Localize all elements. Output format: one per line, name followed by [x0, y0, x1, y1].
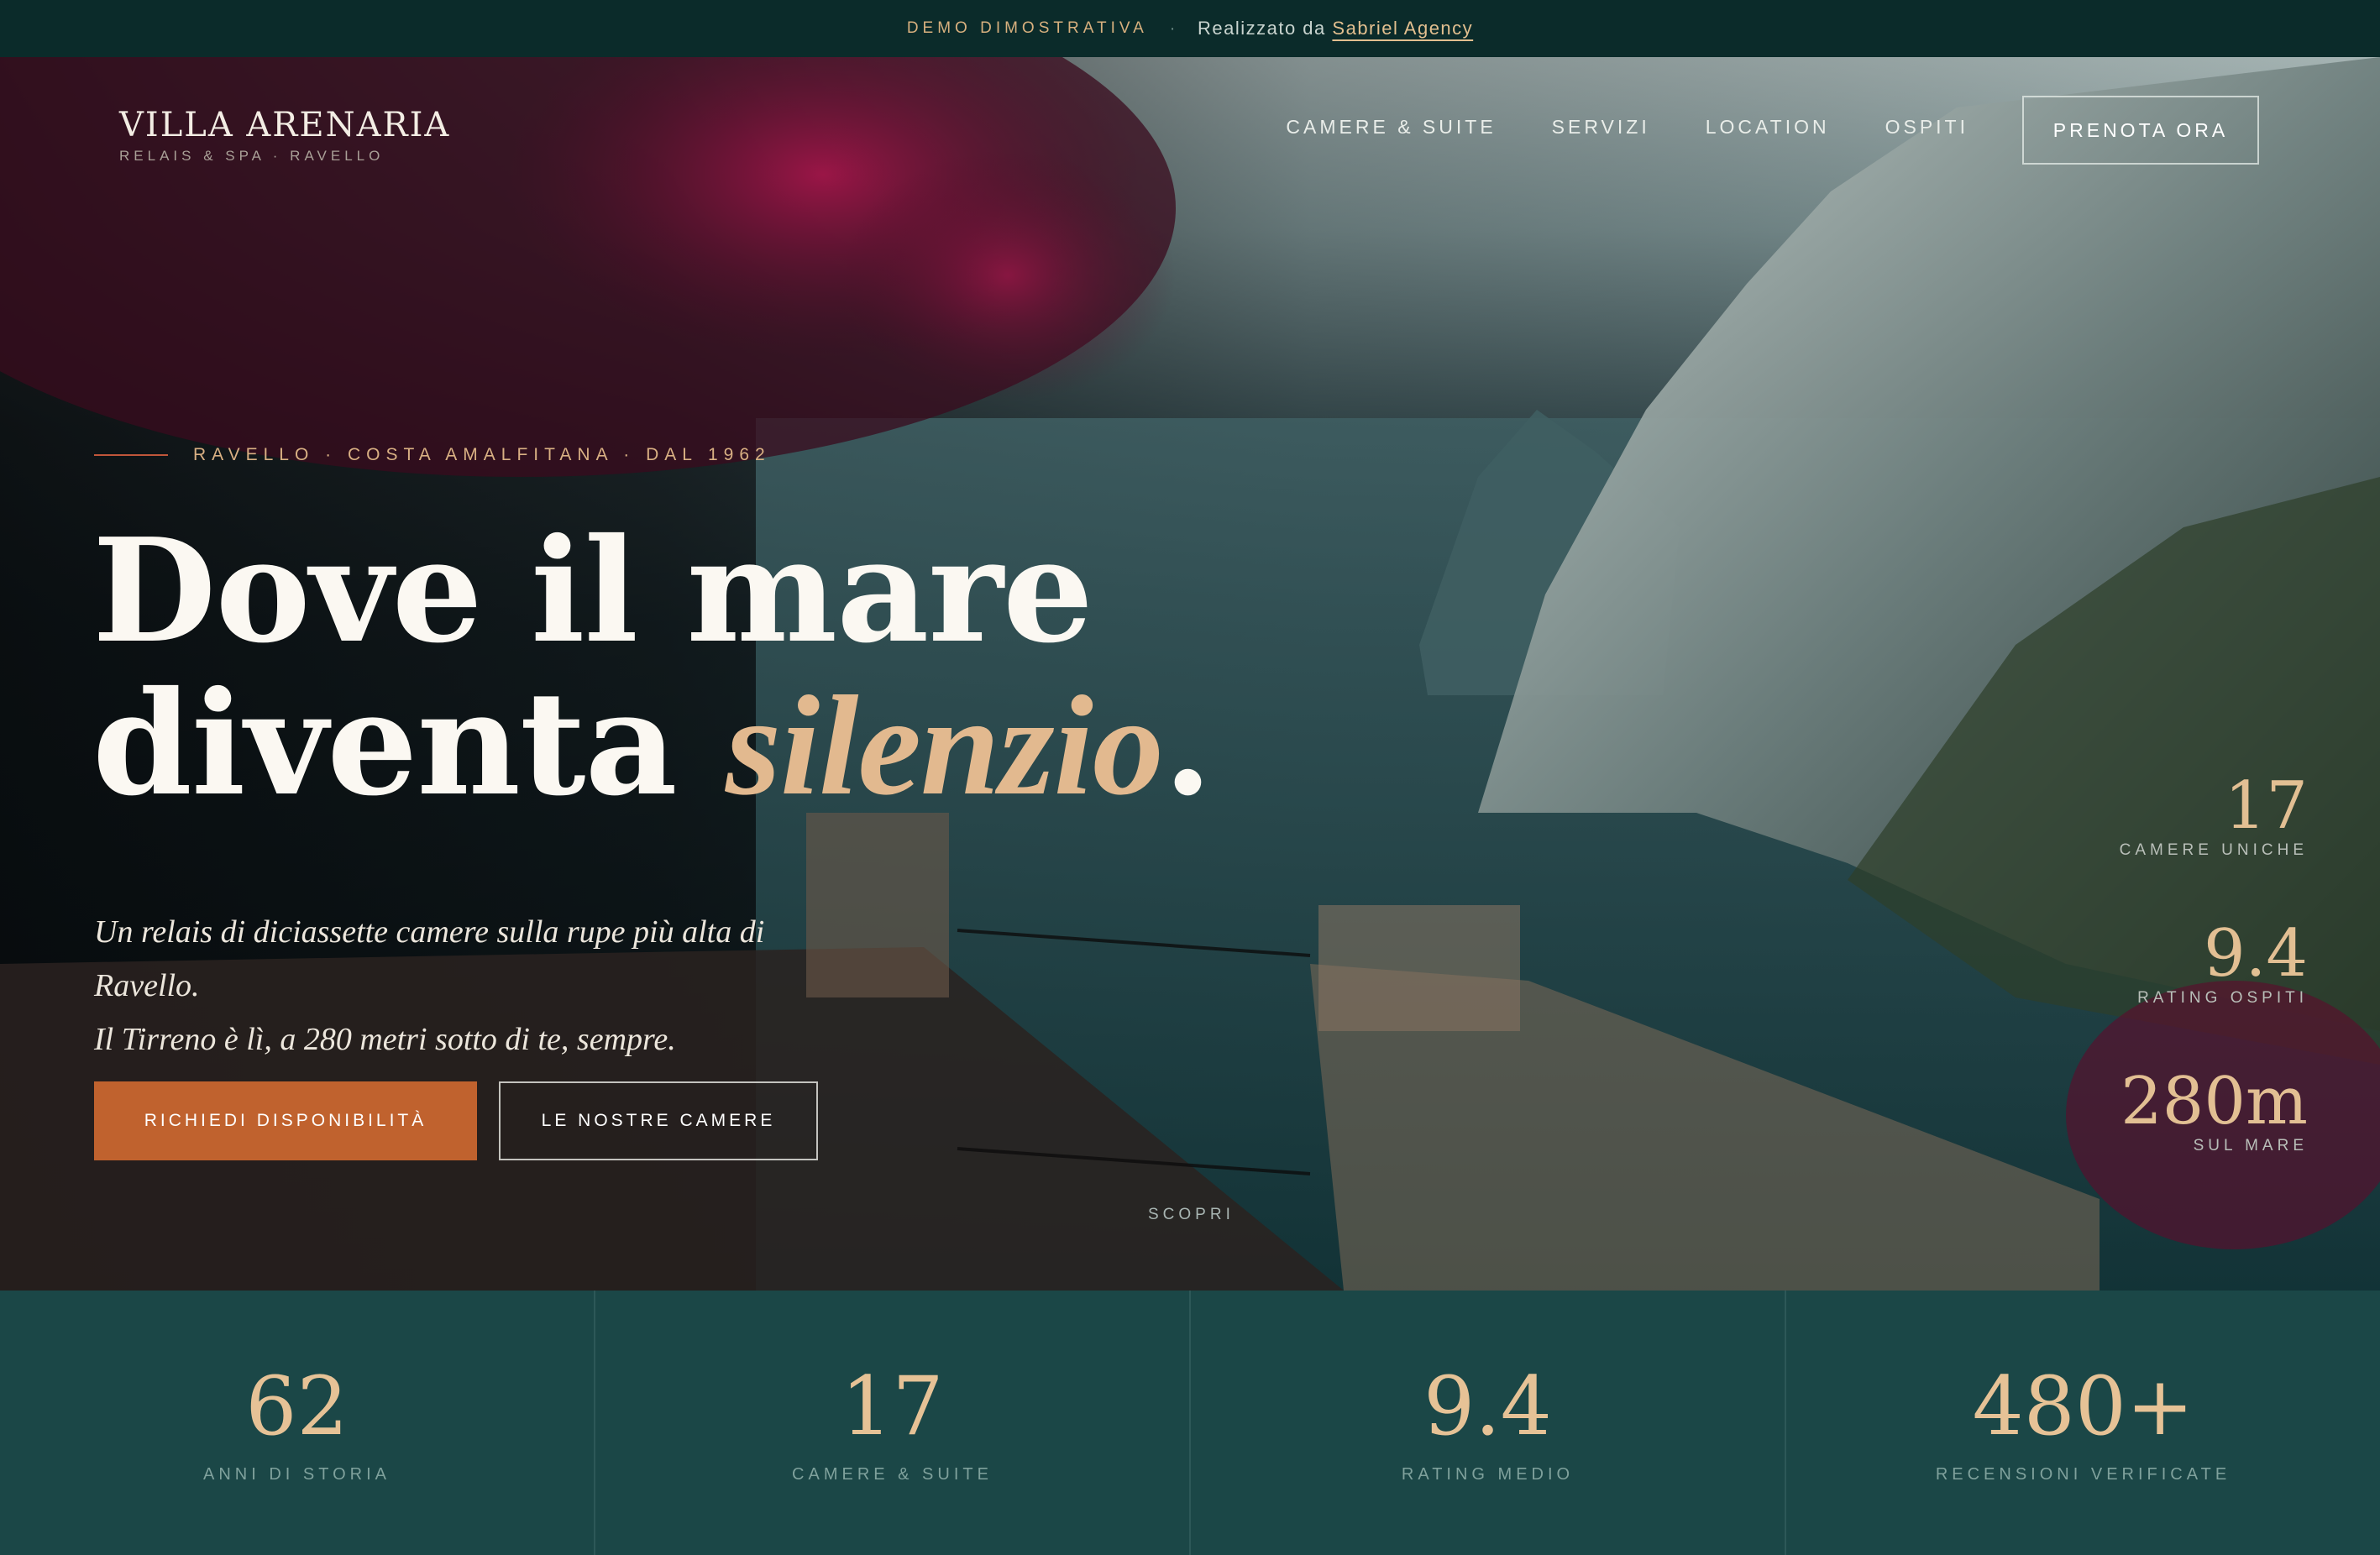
stat-label: RECENSIONI VERIFICATE [1935, 1465, 2231, 1484]
tagline-line-2: Ravello. [94, 968, 200, 1003]
side-stat-rooms: 17 CAMERE UNICHE [2120, 772, 2308, 860]
brand-subtitle: RELAIS & SPA · RAVELLO [119, 148, 385, 164]
demo-bar: DEMO DIMOSTRATIVA · Realizzato da Sabrie… [0, 0, 2380, 57]
side-stat-label: SUL MARE [2193, 1137, 2308, 1154]
side-stat-altitude: 280m SUL MARE [2121, 1068, 2308, 1155]
our-rooms-button[interactable]: LE NOSTRE CAMERE [499, 1081, 818, 1160]
side-stat-value: 17 [2224, 768, 2308, 844]
hero-headline: Dove il mare diventa silenzio. [92, 515, 1213, 825]
stat-value: 17 [841, 1359, 944, 1453]
headline-line-1: Dove il mare [92, 507, 1093, 675]
demo-credit: Realizzato da Sabriel Agency [1198, 18, 1473, 39]
main-nav: CAMERE & SUITE SERVIZI LOCATION OSPITI [1286, 116, 1968, 139]
eyebrow-text: RAVELLO · COSTA AMALFITANA · DAL 1962 [193, 445, 771, 464]
agency-link[interactable]: Sabriel Agency [1332, 18, 1473, 39]
tagline-line-1: Un relais di diciassette camere sulla ru… [94, 914, 765, 950]
side-stat-value: 280m [2121, 1064, 2308, 1139]
stat-label: ANNI DI STORIA [203, 1465, 391, 1484]
demo-credit-label: Realizzato da [1197, 18, 1326, 39]
stat-rooms: 17 CAMERE & SUITE [595, 1291, 1191, 1555]
nav-ospiti[interactable]: OSPITI [1885, 116, 1968, 139]
demo-separator: · [1169, 18, 1176, 38]
nav-camere-suite[interactable]: CAMERE & SUITE [1286, 116, 1496, 139]
stat-reviews: 480+ RECENSIONI VERIFICATE [1786, 1291, 2380, 1555]
demo-tag: DEMO DIMOSTRATIVA [906, 19, 1148, 37]
side-stat-value: 9.4 [2203, 916, 2308, 992]
book-now-button[interactable]: PRENOTA ORA [2022, 96, 2259, 165]
side-stat-label: RATING OSPITI [2137, 989, 2308, 1007]
request-availability-button[interactable]: RICHIEDI DISPONIBILITÀ [94, 1081, 477, 1160]
headline-line-2: diventa [92, 660, 678, 828]
stat-label: CAMERE & SUITE [792, 1465, 993, 1484]
scroll-cue[interactable]: SCOPRI [1148, 1206, 1235, 1224]
stat-value: 62 [245, 1359, 349, 1453]
side-stat-label: CAMERE UNICHE [2119, 841, 2308, 859]
brand-name: VILLA ARENARIA [119, 106, 451, 144]
eyebrow-divider [94, 454, 168, 456]
hero-section: VILLA ARENARIA RELAIS & SPA · RAVELLO CA… [0, 57, 2380, 1291]
tagline-line-3: Il Tirreno è lì, a 280 metri sotto di te… [94, 1022, 676, 1057]
stat-value: 480+ [1972, 1359, 2194, 1453]
side-stat-rating: 9.4 RATING OSPITI [2137, 920, 2308, 1008]
stat-label: RATING MEDIO [1401, 1465, 1575, 1484]
stat-rating: 9.4 RATING MEDIO [1191, 1291, 1786, 1555]
brand-logo[interactable]: VILLA ARENARIA RELAIS & SPA · RAVELLO [119, 106, 450, 165]
stat-years: 62 ANNI DI STORIA [0, 1291, 595, 1555]
nav-servizi[interactable]: SERVIZI [1552, 116, 1650, 139]
hero-eyebrow: RAVELLO · COSTA AMALFITANA · DAL 1962 [94, 445, 771, 465]
headline-period: . [1162, 660, 1213, 828]
stat-value: 9.4 [1423, 1359, 1552, 1453]
headline-accent: silenzio [725, 667, 1164, 825]
hero-tagline: Un relais di diciassette camere sulla ru… [94, 905, 850, 1066]
stats-band: 62 ANNI DI STORIA 17 CAMERE & SUITE 9.4 … [0, 1291, 2380, 1555]
nav-location[interactable]: LOCATION [1706, 116, 1830, 139]
